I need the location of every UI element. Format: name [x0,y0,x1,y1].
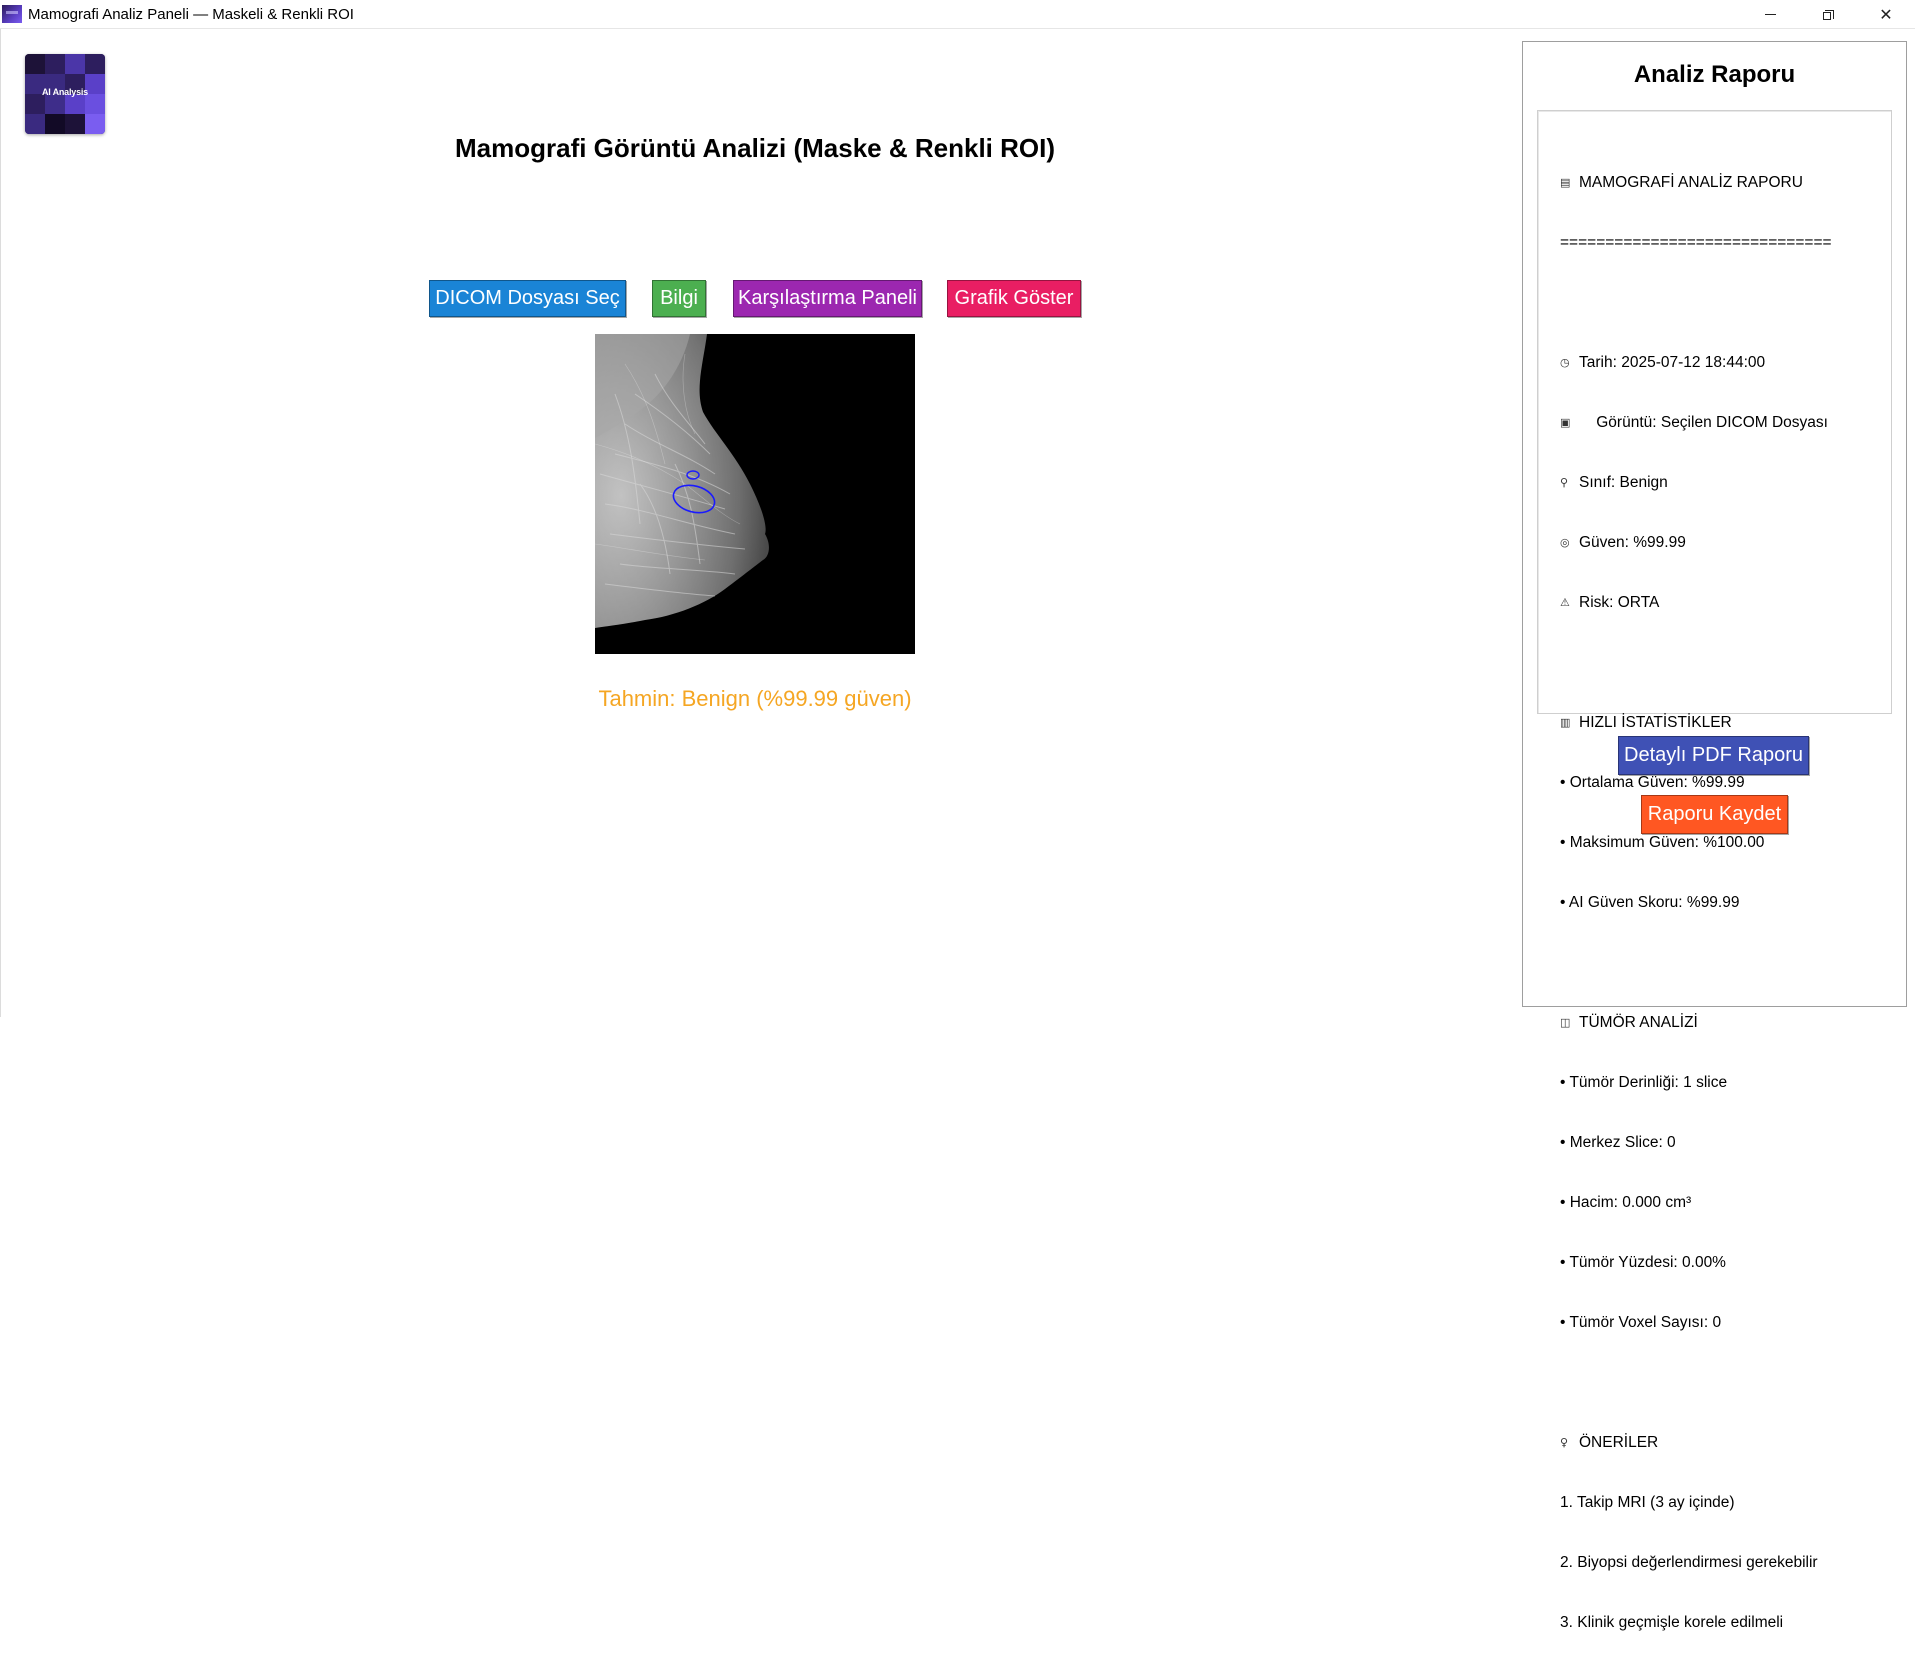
stat-line: • Ortalama Güven: %99.99 [1560,774,1745,791]
recommendation-line: 3. Klinik geçmişle korele edilmeli [1560,1614,1784,1631]
clipboard-icon: ▤ [1560,176,1571,189]
close-button[interactable]: ✕ [1858,0,1914,29]
app-icon [2,5,22,23]
tumor-line: • Tümör Voxel Sayısı: 0 [1560,1314,1722,1331]
mammogram-svg [595,334,915,654]
logo-text: AI Analysis [42,87,88,97]
window-titlebar[interactable]: Mamografi Analiz Paneli — Maskeli & Renk… [0,0,1915,29]
report-textbox[interactable]: ▤ MAMOGRAFİ ANALİZ RAPORU ===============… [1537,110,1892,1631]
minimize-icon [1764,14,1776,15]
show-chart-button[interactable]: Grafik Göster [947,280,1081,317]
report-date: Tarih: 2025-07-12 18:44:00 [1579,354,1766,372]
ai-analysis-logo: AI Analysis [25,54,105,134]
bar-chart-icon: ▥ [1560,716,1571,729]
lightbulb-icon: ♀ [1560,1436,1569,1449]
report-confidence: Güven: %99.99 [1579,534,1686,552]
report-separator: ============================== [1560,234,1832,251]
recommendations-title: ÖNERİLER [1579,1434,1659,1452]
magnifier-icon: ⚲ [1560,476,1569,489]
report-image: Görüntü: Seçilen DICOM Dosyası [1596,414,1828,432]
mammogram-image [595,334,915,654]
stats-title: HIZLI İSTATİSTİKLER [1579,714,1732,732]
detailed-pdf-report-button[interactable]: Detaylı PDF Raporu [1618,736,1809,775]
minimize-button[interactable] [1742,0,1798,29]
select-dicom-button[interactable]: DICOM Dosyası Seç [429,280,626,317]
info-button[interactable]: Bilgi [652,280,706,317]
clock-icon: ◷ [1560,356,1570,369]
recommendation-line: 2. Biyopsi değerlendirmesi gerekebilir [1560,1554,1818,1571]
restore-icon [1823,9,1834,20]
tumor-line: • Tümör Yüzdesi: 0.00% [1560,1254,1726,1271]
close-icon: ✕ [1879,5,1893,24]
recommendation-line: 1. Takip MRI (3 ay içinde) [1560,1494,1735,1511]
report-panel: Analiz Raporu ▤ MAMOGRAFİ ANALİZ RAPORU =… [1522,41,1907,1631]
window-border [0,29,1,1017]
page-title: Mamografi Görüntü Analizi (Maske & Renkl… [455,133,1055,163]
restore-button[interactable] [1800,0,1856,29]
stat-line: • AI Güven Skoru: %99.99 [1560,894,1740,911]
tumor-line: • Hacim: 0.000 cm³ [1560,1194,1692,1211]
report-content: ▤ MAMOGRAFİ ANALİZ RAPORU ===============… [1560,133,1885,1673]
save-report-button[interactable]: Raporu Kaydet [1641,795,1788,834]
report-class: Sınıf: Benign [1579,474,1668,492]
tumor-line: • Merkez Slice: 0 [1560,1134,1676,1151]
target-icon: ◎ [1560,536,1570,549]
report-title-line: MAMOGRAFİ ANALİZ RAPORU [1579,174,1803,192]
stat-line: • Maksimum Güven: %100.00 [1560,834,1765,851]
report-heading: Analiz Raporu [1633,61,1796,88]
report-risk: Risk: ORTA [1579,594,1660,612]
comparison-panel-button[interactable]: Karşılaştırma Paneli [733,280,922,317]
image-icon: ▣ [1560,416,1571,429]
tumor-line: • Tümör Derinliği: 1 slice [1560,1074,1728,1091]
warning-icon: ⚠ [1560,596,1570,609]
window-title: Mamografi Analiz Paneli — Maskeli & Renk… [28,6,354,23]
chart-icon: ◫ [1560,1016,1571,1029]
prediction-text: Tahmin: Benign (%99.99 güven) [598,686,912,711]
